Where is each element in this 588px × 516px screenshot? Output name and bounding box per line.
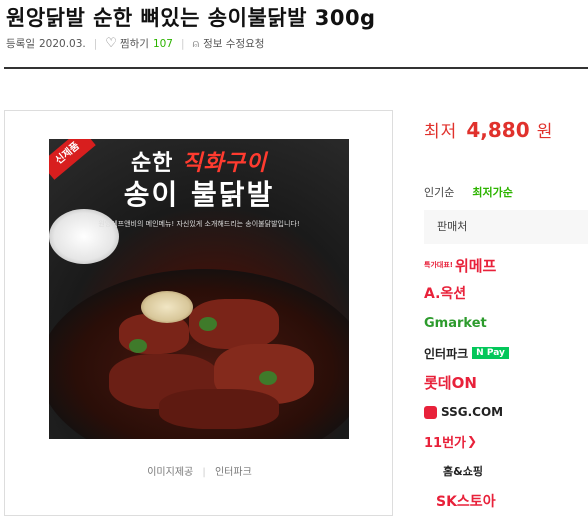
heart-icon: ♡ xyxy=(105,36,117,51)
caption-separator: | xyxy=(202,467,206,478)
lowest-price-unit: 원 xyxy=(536,122,553,142)
lowest-price-value: 4,880 xyxy=(466,118,530,142)
seller-logo: SSG.COM xyxy=(441,405,504,419)
lowest-price: 최저 4,880 원 xyxy=(424,117,552,142)
herb-garnish xyxy=(129,339,147,353)
seller-logo: A.옥션 xyxy=(424,286,467,302)
image-tagline: 원앙에프앤비의 메인메뉴! 자신있게 소개해드리는 송이불닭발입니다! xyxy=(98,220,300,228)
seller-wemakeprice[interactable]: 특가대표! 위메프 xyxy=(424,254,496,276)
seller-hns[interactable]: 홈&쇼핑 xyxy=(443,460,483,482)
like-button[interactable]: ♡ 찜하기 107 xyxy=(105,36,173,51)
seller-logo: Gmarket xyxy=(424,315,487,331)
sort-lowest-price[interactable]: 최저가순 xyxy=(472,184,512,200)
seller-logo: 11번가 xyxy=(424,435,467,451)
report-label: 정보 수정요청 xyxy=(203,38,265,50)
seller-skstoa[interactable]: SK스토아 xyxy=(436,490,496,512)
herb-garnish xyxy=(199,317,217,331)
bell-icon: ⍝ xyxy=(192,36,200,50)
herb-garnish xyxy=(259,371,277,385)
product-photo[interactable]: 신제품 순한 직화구이 송이 불닭발 원앙에프앤비의 메인메뉴! 자신있게 소개… xyxy=(49,139,349,439)
seller-logo: 홈&쇼핑 xyxy=(443,465,483,478)
lowest-price-label: 최저 xyxy=(424,122,458,142)
seller-logo: 인터파크 xyxy=(424,346,469,361)
title-divider xyxy=(4,67,588,69)
like-count: 107 xyxy=(152,37,173,50)
seller-auction[interactable]: A.옥션 xyxy=(424,282,466,304)
seller-ssg[interactable]: SSG.COM xyxy=(424,401,503,423)
seller-gmarket[interactable]: Gmarket xyxy=(424,312,487,334)
seller-list-header: 판매처 xyxy=(424,210,588,244)
seller-interpark[interactable]: 인터파크 N Pay xyxy=(424,342,509,364)
registered-label: 등록일 xyxy=(6,38,35,50)
sort-options: 인기순 최저가순 xyxy=(424,184,513,200)
dipping-sauce xyxy=(141,291,193,323)
image-caption-source: 인터파크 xyxy=(214,467,252,478)
ssg-icon xyxy=(424,405,437,419)
product-image-box: 신제품 순한 직화구이 송이 불닭발 원앙에프앤비의 메인메뉴! 자신있게 소개… xyxy=(4,110,393,516)
image-caption: 이미지제공 | 인터파크 xyxy=(5,463,394,478)
product-title: 원앙닭발 순한 뼈있는 송이불닭발 300g xyxy=(6,6,376,30)
registered-date: 2020.03. xyxy=(38,37,86,50)
product-meta: 등록일 2020.03. | ♡ 찜하기 107 | ⍝ 정보 수정요청 xyxy=(6,36,264,51)
seller-logo: 롯데ON xyxy=(424,373,477,392)
seller-prefix: 특가대표! xyxy=(424,261,453,269)
report-button[interactable]: ⍝ 정보 수정요청 xyxy=(193,36,265,51)
image-caption-label: 이미지제공 xyxy=(147,467,194,478)
food-piece xyxy=(159,389,279,429)
seller-lotteon[interactable]: 롯데ON xyxy=(424,371,477,393)
sort-popular[interactable]: 인기순 xyxy=(424,184,454,200)
rice-bowl xyxy=(49,209,119,264)
meta-separator: | xyxy=(180,37,185,50)
seller-logo: SK스토아 xyxy=(436,494,496,510)
meta-separator: | xyxy=(93,37,98,50)
seller-logo: 위메프 xyxy=(454,256,497,275)
image-headline-2: 송이 불닭발 xyxy=(123,178,275,211)
seller-11st[interactable]: 11번가 ❯ xyxy=(424,430,477,452)
npay-badge: N Pay xyxy=(472,347,509,359)
like-label: 찜하기 xyxy=(119,38,149,50)
arrow-icon: ❯ xyxy=(467,434,478,448)
